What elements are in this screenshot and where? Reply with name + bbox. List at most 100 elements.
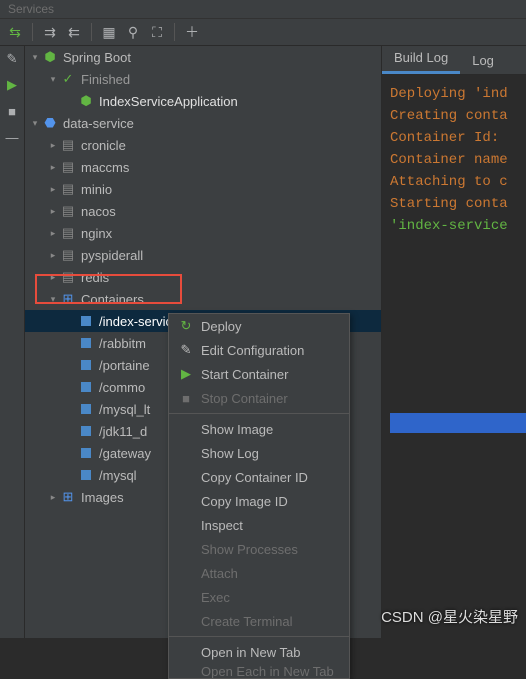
expand-arrow-icon[interactable]: ▾ [29,118,41,129]
menu-copy-cid[interactable]: Copy Container ID [169,465,349,489]
play-icon: ▶ [179,366,193,382]
expand-arrow-icon[interactable]: ▾ [47,294,59,305]
menu-inspect[interactable]: Inspect [169,513,349,537]
tree-icon [77,448,95,458]
tree-icon [77,404,95,414]
tree-label: minio [81,182,112,197]
tree-label: Containers [81,292,144,307]
tree-node[interactable]: ▸▤redis [25,266,381,288]
expand-arrow-icon[interactable]: ▸ [47,228,59,239]
panel-title: Services [0,0,526,19]
tree-icon [77,470,95,480]
tree-icon: ▤ [59,247,77,263]
collapse-icon[interactable]: ⇇ [63,21,85,43]
expand-arrow-icon[interactable]: ▾ [29,52,41,63]
console-line: Deploying 'ind [390,83,518,105]
tree-node[interactable]: ▾⬣ data-service [25,112,381,134]
expand-arrow-icon[interactable]: ▸ [47,272,59,283]
tree-icon: ⊞ [59,489,77,505]
console: Deploying 'indCreating contaContainer Id… [382,75,526,638]
tree-node[interactable]: ▸▤ cronicle [25,134,381,156]
tree-label: Images [81,490,124,505]
tree-label: /mysql_lt [99,402,150,417]
expand-arrow-icon[interactable]: ▾ [47,74,59,85]
console-line: Starting conta [390,193,518,215]
tree-label: Finished [81,72,130,87]
expand-arrow-icon[interactable]: ▸ [47,162,59,173]
tree-icon [77,338,95,348]
play-icon[interactable]: ▶ [3,76,21,94]
tree-label: data-service [63,116,134,131]
tree-node[interactable]: ▾⊞Containers [25,288,381,310]
tree-label: nacos [81,204,116,219]
tree-icon [77,360,95,370]
tree-node[interactable]: ▸▤ pyspiderall [25,244,381,266]
menu-procs-label: Show Processes [201,542,298,557]
tree-icon: ✓ [59,71,77,87]
console-line: Container Id: [390,127,518,149]
menu-edit-config[interactable]: ✎Edit Configuration [169,338,349,362]
menu-deploy-label: Deploy [201,319,241,334]
expand-arrow-icon[interactable]: ▸ [47,250,59,261]
menu-stop-label: Stop Container [201,391,288,406]
stop-icon[interactable]: ■ [3,102,21,120]
filter-icon[interactable]: ⚲ [122,21,144,43]
expand-arrow-icon[interactable]: ▸ [47,492,59,503]
tree-node[interactable]: ▸▤nacos [25,200,381,222]
tree-node[interactable]: ⬢ IndexServiceApplication [25,90,381,112]
menu-exec-label: Exec [201,590,230,605]
minus-icon[interactable]: — [3,128,21,146]
edit-icon[interactable]: ✎ [3,50,21,68]
tree-node[interactable]: ▾✓ Finished [25,68,381,90]
tab-log[interactable]: Log [460,47,506,74]
expand-arrow-icon[interactable]: ▸ [47,140,59,151]
menu-open-new-tab[interactable]: Open in New Tab [169,640,349,664]
menu-start-container[interactable]: ▶Start Container [169,362,349,386]
console-line: 'index-service [390,215,518,237]
expand-icon[interactable]: ⇉ [39,21,61,43]
menu-copy-iid[interactable]: Copy Image ID [169,489,349,513]
tree-label: maccms [81,160,129,175]
context-menu: ↻Deploy ✎Edit Configuration ▶Start Conta… [168,313,350,679]
tree-node[interactable]: ▸▤nginx [25,222,381,244]
menu-attach-label: Attach [201,566,238,581]
tab-build-log[interactable]: Build Log [382,44,460,74]
tree-icon: ⬣ [41,115,59,131]
menu-copy-iid-label: Copy Image ID [201,494,288,509]
tree-icon: ⬢ [77,93,95,109]
menu-show-log[interactable]: Show Log [169,441,349,465]
tree-label: IndexServiceApplication [99,94,238,109]
console-line: Container name [390,149,518,171]
tree-label: redis [81,270,109,285]
toolbar: ⇆ ⇉ ⇇ ▦ ⚲ ⛶ ＋ [0,19,526,46]
menu-edit-label: Edit Configuration [201,343,304,358]
expand-arrow-icon[interactable]: ▸ [47,206,59,217]
tree-label: cronicle [81,138,126,153]
tree-icon [77,316,95,326]
tree-node[interactable]: ▸▤minio [25,178,381,200]
tree-label: pyspiderall [81,248,143,263]
menu-open-each-label: Open Each in New Tab [201,664,334,678]
tree-label: /portaine [99,358,150,373]
tree-node[interactable]: ▸▤ maccms [25,156,381,178]
menu-show-image[interactable]: Show Image [169,417,349,441]
tree-icon: ▤ [59,159,77,175]
menu-open-tab-label: Open in New Tab [201,645,301,660]
add-icon[interactable]: ＋ [181,21,203,43]
menu-exec: Exec [169,585,349,609]
expand-arrow-icon[interactable]: ▸ [47,184,59,195]
run-icon[interactable]: ⇆ [4,21,26,43]
tabs: Build Log Log [382,46,526,75]
grid-icon[interactable]: ▦ [98,21,120,43]
tree-icon: ▤ [59,137,77,153]
menu-show-image-label: Show Image [201,422,273,437]
menu-inspect-label: Inspect [201,518,243,533]
group-icon[interactable]: ⛶ [146,21,168,43]
menu-terminal-label: Create Terminal [201,614,293,629]
tree-node[interactable]: ▾⬢Spring Boot [25,46,381,68]
tree-label: Spring Boot [63,50,131,65]
menu-attach: Attach [169,561,349,585]
gutter: ✎ ▶ ■ — [0,46,25,638]
menu-deploy[interactable]: ↻Deploy [169,314,349,338]
menu-stop-container: ■Stop Container [169,386,349,410]
